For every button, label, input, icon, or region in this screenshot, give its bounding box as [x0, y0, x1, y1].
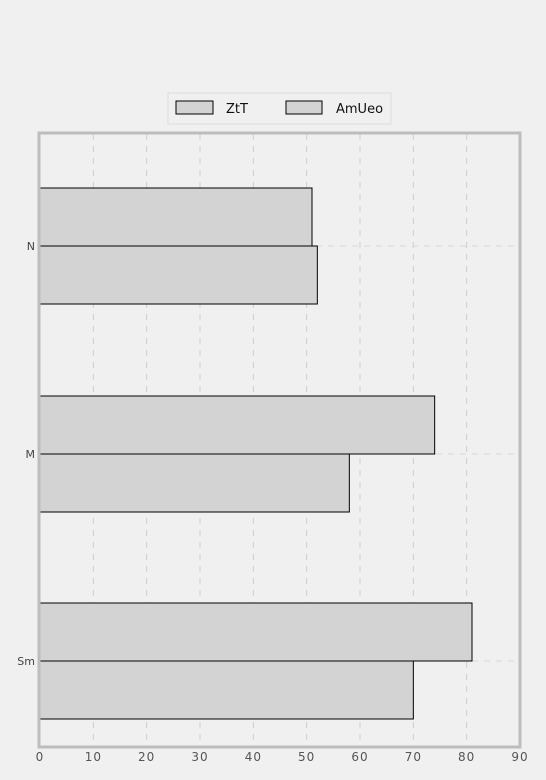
x-tick-label: 40: [245, 750, 262, 764]
x-tick-label: 50: [298, 750, 315, 764]
legend-swatch-series-1: [175, 100, 214, 115]
x-tick-label: 90: [511, 750, 528, 764]
bar-M-series-2: [39, 453, 350, 513]
x-tick-label: 80: [458, 750, 475, 764]
legend-swatch-series-2: [285, 100, 323, 115]
x-tick-label: 10: [85, 750, 102, 764]
y-tick-label: Sm: [17, 655, 35, 668]
bar-N-series-1: [39, 187, 313, 247]
x-tick-label: 30: [191, 750, 208, 764]
bar-Sm-series-2: [39, 660, 414, 720]
y-tick-label: N: [27, 240, 35, 253]
x-tick-label: 0: [36, 750, 45, 764]
x-tick-label: 60: [351, 750, 368, 764]
y-axis-labels: N M Sm: [17, 240, 35, 668]
y-tick-label: M: [26, 448, 36, 461]
x-tick-label: 70: [405, 750, 422, 764]
bars: [39, 187, 473, 720]
x-tick-label: 20: [138, 750, 155, 764]
bar-Sm-series-1: [39, 602, 473, 662]
bar-N-series-2: [39, 245, 318, 305]
bar-M-series-1: [39, 395, 436, 455]
legend-label-series-2: AmUeo: [336, 102, 383, 117]
x-axis-ticks: 0 10 20 30 40 50 60 70 80 90: [36, 750, 528, 764]
bar-chart: ZtT AmUeo 0 10 20 30 40 50 60 70 80 90 N M Sm: [17, 92, 528, 764]
legend-label-series-1: ZtT: [226, 102, 248, 117]
legend: ZtT AmUeo: [167, 92, 392, 125]
